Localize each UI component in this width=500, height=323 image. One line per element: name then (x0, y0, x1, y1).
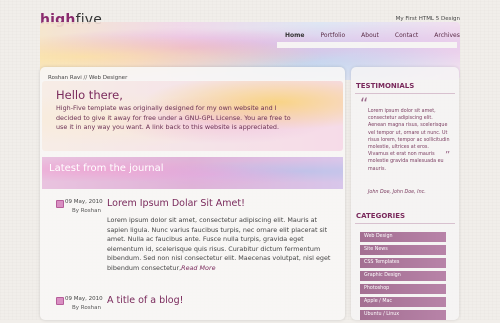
nav-archives[interactable]: Archives (426, 30, 468, 41)
calendar-icon (56, 200, 64, 208)
category-item[interactable]: Apple / Mac (360, 297, 446, 307)
nav-underline (277, 42, 457, 48)
testimonials-title: TESTIMONIALS (356, 82, 415, 90)
post-body: Lorem ipsum dolor sit amet, consectetur … (107, 216, 332, 274)
divider (355, 93, 455, 94)
calendar-icon (56, 297, 64, 305)
breadcrumb: Roshan Ravi // Web Designer (48, 75, 128, 81)
post-title[interactable]: A title of a blog! (107, 295, 183, 306)
main-nav: Home Portfolio About Contact Archives (277, 30, 468, 41)
categories-title: CATEGORIES (356, 212, 406, 220)
post-date: 09 May, 2010 (65, 199, 103, 205)
category-item[interactable]: Graphic Design (360, 271, 446, 281)
journal-title: Latest from the journal (49, 163, 164, 174)
nav-home[interactable]: Home (277, 30, 312, 41)
hero-text: High-Five template was originally design… (56, 104, 291, 132)
category-item[interactable]: Site News (360, 245, 446, 255)
quote-close-icon: ” (445, 150, 451, 161)
post-title[interactable]: Lorem Ipsum Dolar Sit Amet! (107, 198, 245, 209)
category-item[interactable]: Ubuntu / Linux (360, 310, 446, 320)
testimonial-text: Lorem ipsum dolor sit amet, consectetur … (368, 109, 450, 172)
category-item[interactable]: Web Design (360, 232, 446, 242)
post-date: 09 May, 2010 (65, 296, 103, 302)
divider (355, 223, 455, 224)
post-byline: By Roshan (72, 208, 101, 214)
nav-about[interactable]: About (353, 30, 387, 41)
read-more-link[interactable]: Read More (181, 264, 215, 272)
post-body-text: Lorem ipsum dolor sit amet, consectetur … (107, 216, 331, 272)
nav-portfolio[interactable]: Portfolio (312, 30, 353, 41)
category-list: Web Design Site News CSS Templates Graph… (360, 232, 446, 323)
hero-title: Hello there, (56, 88, 123, 102)
category-item[interactable]: Photoshop (360, 284, 446, 294)
category-item[interactable]: CSS Templates (360, 258, 446, 268)
nav-contact[interactable]: Contact (387, 30, 426, 41)
post-byline: By Roshan (72, 305, 101, 311)
testimonial-author: John Doe, John Doe, Inc. (368, 190, 426, 195)
